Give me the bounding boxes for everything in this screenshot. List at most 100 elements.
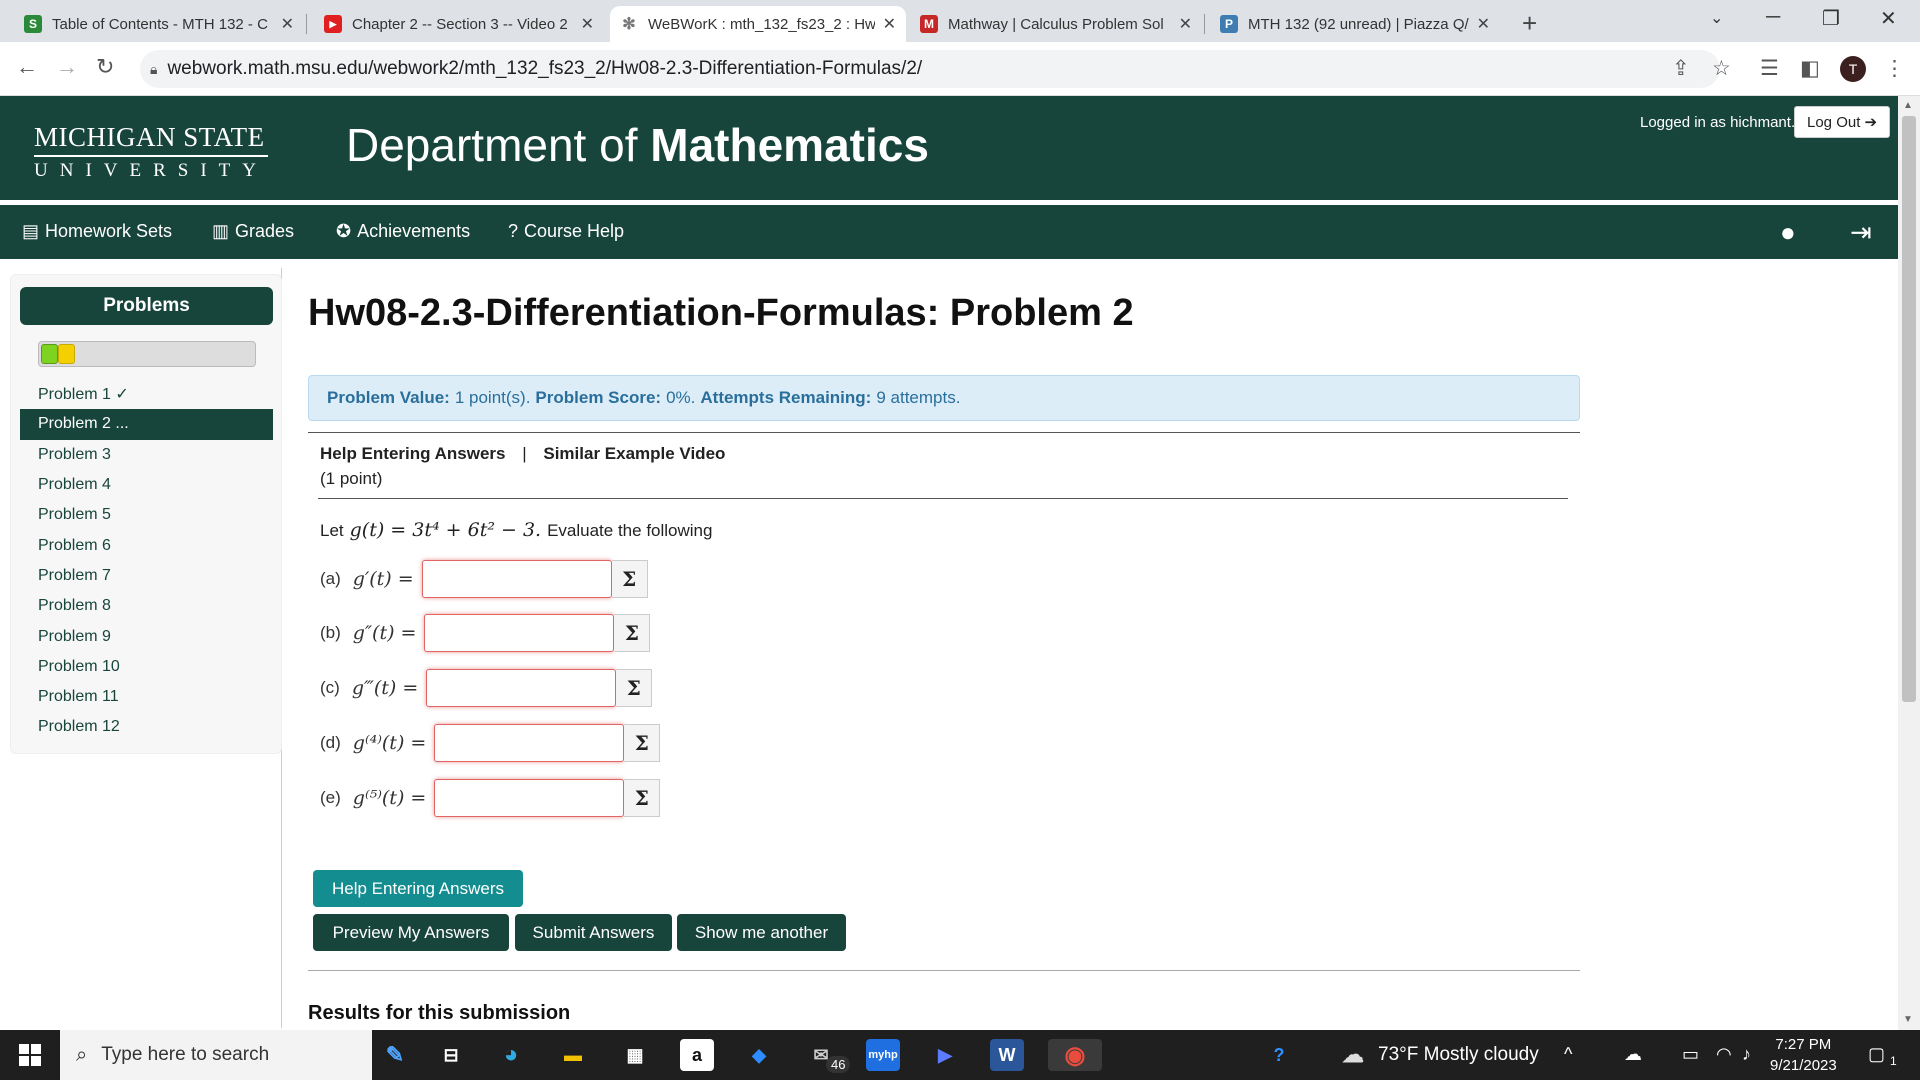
user-account-icon[interactable]: ● xyxy=(1780,217,1796,248)
sidebar-item-problem-4[interactable]: Problem 4 xyxy=(20,470,273,500)
bookmark-star-icon[interactable]: ☆ xyxy=(1712,56,1731,81)
nav-homework-sets[interactable]: ▤ Homework Sets xyxy=(22,221,172,242)
logout-button[interactable]: Log Out ➔ xyxy=(1794,106,1891,138)
tab-title: MTH 132 (92 unread) | Piazza Q/ xyxy=(1248,15,1469,33)
help-entering-answers-button[interactable]: Help Entering Answers xyxy=(313,870,523,907)
close-icon[interactable]: ✕ xyxy=(581,14,594,34)
window-close-icon[interactable]: ✕ xyxy=(1880,6,1897,31)
sidebar-item-problem-3[interactable]: Problem 3 xyxy=(20,440,273,470)
back-icon[interactable]: ← xyxy=(16,54,38,80)
sidebar-item-problem-9[interactable]: Problem 9 xyxy=(20,621,273,651)
forward-icon[interactable]: → xyxy=(56,54,78,80)
department-prefix: Department of xyxy=(346,119,638,171)
share-icon[interactable]: ⇪ xyxy=(1672,56,1690,81)
sidebar-item-problem-1[interactable]: Problem 1 ✓ xyxy=(20,379,273,409)
browser-tab-1[interactable]: ▶ Chapter 2 -- Section 3 -- Video 2 ✕ xyxy=(314,6,604,42)
show-hidden-icons[interactable]: ^ xyxy=(1564,1044,1572,1065)
reading-list-icon[interactable]: ☰ xyxy=(1760,56,1779,81)
word-icon[interactable]: W xyxy=(990,1039,1024,1071)
media-app-icon[interactable]: ▶ xyxy=(928,1039,962,1071)
tab-title: Chapter 2 -- Section 3 -- Video 2 xyxy=(352,15,568,33)
side-panel-icon[interactable]: ◧ xyxy=(1800,56,1820,81)
answer-input-e[interactable] xyxy=(434,779,625,817)
browser-tab-0[interactable]: S Table of Contents - MTH 132 - C ✕ xyxy=(14,6,304,42)
sidebar-item-problem-5[interactable]: Problem 5 xyxy=(20,500,273,530)
sidebar-item-problem-7[interactable]: Problem 7 xyxy=(20,561,273,591)
weather-icon[interactable]: ☁ xyxy=(1336,1039,1370,1071)
reload-icon[interactable]: ↻ xyxy=(96,54,114,80)
show-me-another-button[interactable]: Show me another xyxy=(677,914,846,951)
cortana-icon[interactable]: ✎ xyxy=(378,1039,412,1071)
clock[interactable]: 7:27 PM 9/21/2023 xyxy=(1770,1034,1837,1076)
sidebar-item-problem-6[interactable]: Problem 6 xyxy=(20,530,273,560)
msu-logo-line2: UNIVERSITY xyxy=(34,160,268,181)
url-text[interactable]: webwork.math.msu.edu/webwork2/mth_132_fs… xyxy=(167,58,922,80)
volume-icon[interactable]: ♪ xyxy=(1742,1044,1751,1065)
taskbar-search[interactable]: ⌕ Type here to search xyxy=(60,1030,372,1080)
answer-input-b[interactable] xyxy=(424,614,615,652)
sidebar-item-problem-2[interactable]: Problem 2 ... xyxy=(20,409,273,440)
weather-text[interactable]: 73°F Mostly cloudy xyxy=(1378,1044,1539,1066)
close-icon[interactable]: ✕ xyxy=(1477,14,1490,34)
profile-avatar[interactable]: T xyxy=(1840,56,1866,82)
start-button[interactable] xyxy=(0,1030,60,1080)
equation-editor-button[interactable]: Σ xyxy=(611,560,648,598)
progress-complete xyxy=(41,344,58,364)
edge-icon[interactable]: ◕ xyxy=(494,1039,528,1071)
page-scrollbar[interactable]: ▲ ▼ xyxy=(1898,96,1920,1030)
close-icon[interactable]: ✕ xyxy=(883,14,896,34)
address-bar[interactable]: 🔒︎ webwork.math.msu.edu/webwork2/mth_132… xyxy=(140,50,1720,88)
minimize-icon[interactable]: ─ xyxy=(1766,6,1780,29)
chrome-menu-icon[interactable]: ⋮ xyxy=(1884,56,1905,81)
new-tab-button[interactable]: + xyxy=(1522,8,1537,39)
sidebar-item-problem-10[interactable]: Problem 10 xyxy=(20,652,273,682)
restore-icon[interactable]: ❐ xyxy=(1822,6,1840,31)
equation-editor-button[interactable]: Σ xyxy=(616,669,653,707)
scroll-thumb[interactable] xyxy=(1902,116,1916,702)
file-explorer-icon[interactable]: ▬ xyxy=(556,1039,590,1071)
answer-input-c[interactable] xyxy=(426,669,617,707)
notification-icon[interactable]: ▢ xyxy=(1868,1044,1885,1065)
close-icon[interactable]: ✕ xyxy=(281,14,294,34)
windows-logo-icon xyxy=(19,1044,41,1066)
sign-out-icon[interactable]: ⇥ xyxy=(1850,217,1872,248)
scroll-up-icon[interactable]: ▲ xyxy=(1903,100,1913,111)
scroll-down-icon[interactable]: ▼ xyxy=(1903,1014,1913,1025)
equation-editor-button[interactable]: Σ xyxy=(614,614,651,652)
sidebar-item-problem-12[interactable]: Problem 12 xyxy=(20,712,273,742)
close-icon[interactable]: ✕ xyxy=(1179,14,1192,34)
battery-icon[interactable]: ▭ xyxy=(1682,1044,1699,1065)
part-label: (b) xyxy=(320,623,341,642)
equation-editor-button[interactable]: Σ xyxy=(624,779,661,817)
wifi-icon[interactable]: ◠ xyxy=(1716,1044,1732,1065)
tab-search-icon[interactable]: ⌄ xyxy=(1710,8,1723,28)
answer-input-a[interactable] xyxy=(421,560,612,598)
onedrive-icon[interactable]: ☁ xyxy=(1624,1044,1642,1065)
nav-course-help[interactable]: ? Course Help xyxy=(508,221,624,242)
prompt-prefix: Let xyxy=(320,521,344,540)
task-view-icon[interactable]: ⊟ xyxy=(434,1039,468,1071)
part-expression: g⁽⁴⁾(t) = xyxy=(352,732,427,754)
myhp-icon[interactable]: myhp xyxy=(866,1039,900,1071)
sidebar-item-problem-11[interactable]: Problem 11 xyxy=(20,682,273,712)
submit-answers-button[interactable]: Submit Answers xyxy=(515,914,672,951)
chrome-icon[interactable]: ◉ xyxy=(1048,1039,1102,1071)
preview-answers-button[interactable]: Preview My Answers xyxy=(313,914,509,951)
browser-tab-2[interactable]: ✻ WeBWorK : mth_132_fs23_2 : Hw ✕ xyxy=(610,6,906,42)
browser-tab-3[interactable]: M Mathway | Calculus Problem Sol ✕ xyxy=(910,6,1202,42)
msu-logo[interactable]: MICHIGAN STATE UNIVERSITY xyxy=(34,122,268,182)
amazon-icon[interactable]: a xyxy=(680,1039,714,1071)
help-entering-answers-link[interactable]: Help Entering Answers xyxy=(320,444,505,463)
browser-tab-4[interactable]: P MTH 132 (92 unread) | Piazza Q/ ✕ xyxy=(1210,6,1500,42)
help-icon[interactable]: ? xyxy=(1262,1039,1296,1071)
dropbox-icon[interactable]: ◆ xyxy=(742,1039,776,1071)
store-icon[interactable]: ▦ xyxy=(618,1039,652,1071)
nav-grades[interactable]: ▥ Grades xyxy=(212,221,294,242)
nav-achievements[interactable]: ✪ Achievements xyxy=(336,221,470,242)
lock-icon[interactable]: 🔒︎ xyxy=(150,61,157,78)
answer-input-d[interactable] xyxy=(434,724,625,762)
equation-editor-button[interactable]: Σ xyxy=(624,724,661,762)
tab-title: WeBWorK : mth_132_fs23_2 : Hw xyxy=(648,15,875,33)
sidebar-item-problem-8[interactable]: Problem 8 xyxy=(20,591,273,621)
similar-example-video-link[interactable]: Similar Example Video xyxy=(543,444,725,463)
